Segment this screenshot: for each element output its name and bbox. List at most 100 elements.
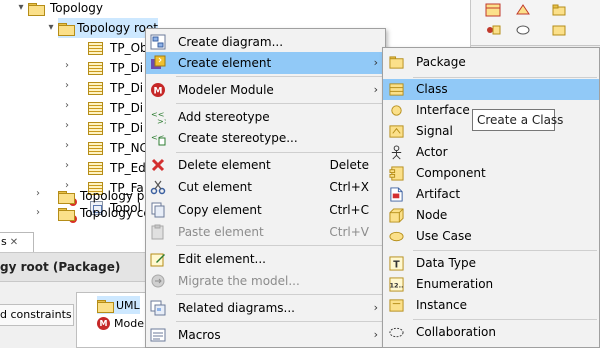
menu-item-label: Macros	[178, 328, 221, 342]
tree-item[interactable]: TP_Di	[88, 118, 143, 138]
tree-item[interactable]: TP_Ed	[88, 158, 146, 178]
property-list: UML Mode	[76, 292, 150, 348]
shortcut-label: Delete	[329, 158, 369, 172]
palette-item-icon[interactable]	[551, 22, 567, 38]
menu-separator	[176, 294, 383, 295]
tree-item-label: TP_Di	[110, 61, 144, 75]
expand-arrow-icon[interactable]: ▾	[16, 0, 26, 18]
instance-icon	[389, 299, 404, 312]
collapse-arrow-icon[interactable]: ›	[62, 136, 72, 156]
edit-icon	[150, 253, 165, 267]
diagram-icon	[88, 81, 103, 95]
expand-arrow-icon[interactable]: ▾	[46, 18, 56, 38]
submenu-arrow-icon: ›	[373, 83, 378, 96]
menu-item-label: Paste element	[178, 225, 264, 239]
submenu-item-label: Collaboration	[416, 325, 496, 339]
collapse-arrow-icon[interactable]: ›	[62, 156, 72, 176]
tree-item-label: Topology cc	[80, 206, 150, 220]
tree-item[interactable]: TP_Di	[88, 78, 143, 98]
submenu-item-label: Component	[416, 166, 486, 180]
list-item-uml[interactable]: UML	[97, 296, 140, 314]
submenu-item-label: Node	[416, 208, 448, 222]
menu-item-create-diagram[interactable]: Create diagram...	[146, 31, 385, 53]
submenu-item-package[interactable]: Package	[383, 52, 599, 73]
close-icon[interactable]: ✕	[10, 237, 18, 248]
palette-item-icon[interactable]	[551, 2, 567, 18]
menu-item-label: Create element	[178, 56, 272, 70]
palette-item-icon[interactable]	[515, 22, 531, 38]
submenu-arrow-icon: ›	[373, 328, 378, 341]
create-diagram-icon	[150, 34, 166, 50]
tree-item[interactable]: TP_Di	[88, 58, 143, 78]
collapse-arrow-icon[interactable]: ›	[62, 56, 72, 76]
menu-separator	[176, 103, 383, 104]
submenu-item-label: Signal	[416, 124, 453, 138]
menu-item-label: Copy element	[178, 203, 262, 217]
class-icon	[389, 83, 404, 96]
tree-item-topology[interactable]: Topology	[28, 0, 103, 18]
tree-item[interactable]: TP_NC	[88, 138, 148, 158]
artifact-icon	[390, 187, 403, 202]
submenu-item-node[interactable]: Node	[383, 205, 599, 226]
submenu-item-artifact[interactable]: Artifact	[383, 184, 599, 205]
submenu-item-label: Enumeration	[416, 277, 494, 291]
collapse-arrow-icon[interactable]: ›	[62, 76, 72, 96]
menu-item-create-stereotype[interactable]: << Create stereotype...	[146, 127, 385, 149]
palette-item-icon[interactable]	[485, 2, 501, 18]
component-icon	[389, 166, 404, 181]
enumeration-icon: 12..	[389, 277, 404, 292]
palette-item-icon[interactable]	[515, 2, 531, 18]
folder-icon: ✕	[58, 190, 77, 206]
tree-item[interactable]: TP_Di	[88, 98, 143, 118]
menu-item-related-diagrams[interactable]: Related diagrams... ›	[146, 297, 385, 319]
menu-item-cut-element[interactable]: Cut element Ctrl+X	[146, 176, 385, 198]
submenu-item-data-type[interactable]: T Data Type	[383, 253, 599, 274]
menu-item-edit-element[interactable]: Edit element...	[146, 248, 385, 270]
submenu-item-class[interactable]: Class	[383, 79, 599, 100]
submenu-item-label: Class	[416, 82, 448, 96]
tree-item-label: TP_NC	[110, 141, 148, 155]
macros-icon	[150, 328, 166, 342]
tree-item[interactable]: ✕ Topology cc	[58, 203, 150, 223]
tree-item-topology-root[interactable]: Topology root	[58, 18, 158, 38]
properties-tab[interactable]: s ✕	[0, 232, 34, 252]
submenu-item-collaboration[interactable]: Collaboration	[383, 322, 599, 343]
menu-separator	[176, 76, 383, 77]
svg-text:T: T	[393, 259, 400, 270]
menu-separator	[413, 77, 597, 78]
svg-text:>>: >>	[157, 117, 166, 125]
diagram-icon	[88, 41, 103, 55]
list-item-modeler[interactable]: Mode	[97, 314, 144, 332]
use-case-icon	[389, 231, 404, 242]
palette-item-icon[interactable]	[485, 22, 501, 38]
create-element-icon	[151, 55, 166, 69]
submenu-item-enumeration[interactable]: 12.. Enumeration	[383, 274, 599, 295]
submenu-item-label: Artifact	[416, 187, 461, 201]
collapse-arrow-icon[interactable]: ›	[62, 116, 72, 136]
context-menu: Create diagram... Create element › M Mod…	[145, 28, 386, 348]
submenu-item-instance[interactable]: Instance	[383, 295, 599, 316]
menu-item-macros[interactable]: Macros ›	[146, 324, 385, 346]
tree-item[interactable]: TP_Ob	[88, 38, 148, 58]
menu-item-migrate-model[interactable]: Migrate the model...	[146, 270, 385, 292]
menu-item-modeler-module[interactable]: M Modeler Module ›	[146, 79, 385, 101]
submenu-item-actor[interactable]: Actor	[383, 142, 599, 163]
menu-item-create-element[interactable]: Create element ›	[146, 52, 385, 74]
collapse-arrow-icon[interactable]: ›	[33, 203, 43, 223]
submenu-item-use-case[interactable]: Use Case	[383, 226, 599, 247]
menu-item-add-stereotype[interactable]: <<>> Add stereotype	[146, 106, 385, 128]
shortcut-label: Ctrl+V	[329, 225, 369, 239]
diagram-icon	[88, 141, 103, 155]
menu-item-delete-element[interactable]: Delete element Delete	[146, 154, 385, 176]
collapse-arrow-icon[interactable]: ›	[33, 184, 43, 204]
menu-separator	[176, 245, 383, 246]
submenu-item-component[interactable]: Component	[383, 163, 599, 184]
error-icon: ✕	[69, 214, 77, 223]
cut-icon	[150, 180, 166, 195]
folder-icon: ✕	[58, 207, 77, 223]
menu-item-copy-element[interactable]: Copy element Ctrl+C	[146, 199, 385, 221]
menu-item-label: Create diagram...	[178, 35, 284, 49]
constraints-label[interactable]: d constraints	[0, 304, 74, 326]
collapse-arrow-icon[interactable]: ›	[62, 96, 72, 116]
menu-item-paste-element[interactable]: Paste element Ctrl+V	[146, 221, 385, 243]
